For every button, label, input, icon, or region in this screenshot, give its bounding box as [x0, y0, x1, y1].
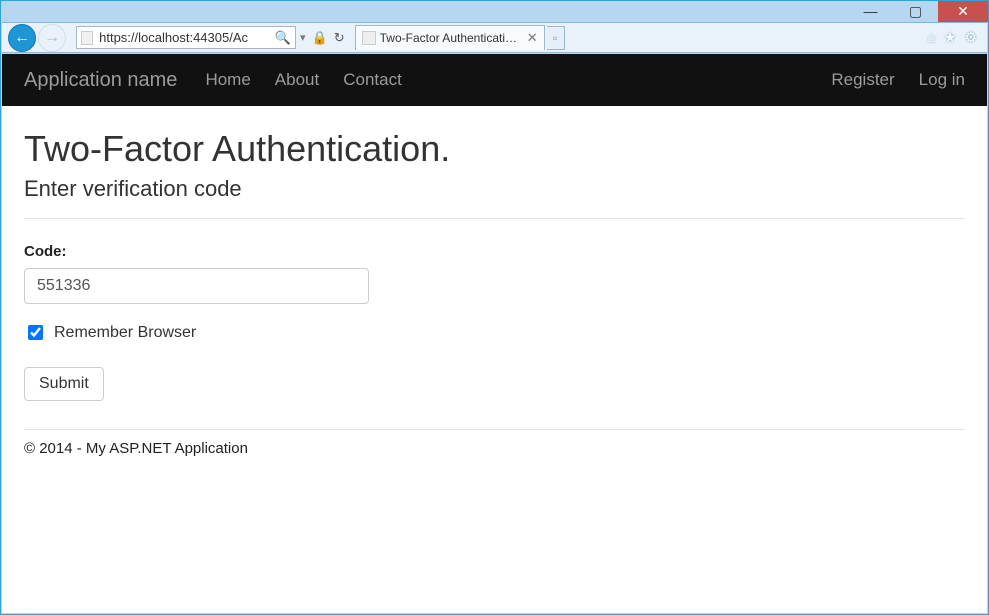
remember-browser-checkbox[interactable] [28, 325, 43, 340]
page-viewport: Application name Home About Contact Regi… [2, 54, 987, 613]
nav-login[interactable]: Log in [919, 70, 965, 90]
address-bar[interactable]: 🔍 [76, 26, 296, 49]
site-navbar: Application name Home About Contact Regi… [2, 54, 987, 106]
page-icon [81, 31, 93, 45]
favorites-icon[interactable]: ★ [944, 29, 957, 46]
refresh-icon[interactable]: ↻ [334, 30, 345, 46]
home-icon[interactable]: ⌂ [927, 29, 935, 46]
footer-divider [24, 429, 965, 430]
arrow-right-icon: → [44, 29, 60, 47]
new-tab-button[interactable]: ▫ [547, 26, 565, 50]
browser-toolbar: ← → 🔍 ▾ 🔒 ↻ Two-Factor Authentication ..… [2, 22, 987, 53]
arrow-left-icon: ← [14, 29, 30, 47]
window-close-button[interactable]: ✕ [938, 1, 988, 22]
browser-tab[interactable]: Two-Factor Authentication ... ✕ [355, 25, 545, 50]
forward-button[interactable]: → [38, 24, 66, 52]
nav-register[interactable]: Register [831, 70, 894, 90]
code-input[interactable] [24, 268, 369, 304]
url-input[interactable] [97, 29, 275, 46]
window-maximize-button[interactable]: ▢ [893, 1, 938, 21]
lock-icon[interactable]: 🔒 [312, 30, 328, 46]
tab-title: Two-Factor Authentication ... [380, 31, 523, 45]
tab-close-icon[interactable]: ✕ [527, 30, 538, 46]
code-label: Code: [24, 243, 965, 260]
search-icon[interactable]: 🔍 [275, 30, 291, 46]
footer-text: © 2014 - My ASP.NET Application [2, 440, 987, 477]
divider [24, 218, 965, 219]
page-subtitle: Enter verification code [24, 176, 965, 202]
tab-strip: Two-Factor Authentication ... ✕ ▫ [355, 25, 565, 51]
window-minimize-button[interactable]: — [848, 1, 893, 21]
favicon-icon [362, 31, 376, 45]
submit-button[interactable]: Submit [24, 367, 104, 401]
settings-icon[interactable]: ⚙ [964, 29, 977, 46]
remember-browser-label[interactable]: Remember Browser [54, 324, 196, 342]
nav-contact[interactable]: Contact [343, 70, 402, 90]
nav-about[interactable]: About [275, 70, 319, 90]
brand-link[interactable]: Application name [24, 69, 177, 92]
address-status-icons: ▾ 🔒 ↻ [300, 30, 345, 46]
dropdown-icon[interactable]: ▾ [300, 31, 306, 44]
nav-home[interactable]: Home [205, 70, 250, 90]
page-title: Two-Factor Authentication. [24, 128, 965, 170]
back-button[interactable]: ← [8, 24, 36, 52]
